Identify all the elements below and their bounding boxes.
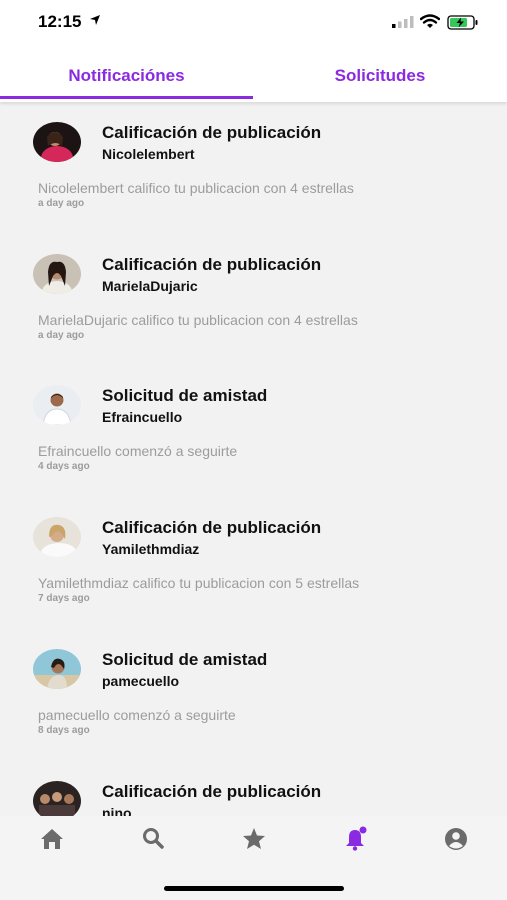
tab-solicitudes[interactable]: Solicitudes	[253, 46, 507, 100]
battery-icon	[447, 15, 478, 30]
avatar[interactable]	[33, 517, 81, 557]
cellular-signal-icon	[392, 16, 414, 28]
notification-list[interactable]: Calificación de publicación Nicolelember…	[0, 102, 507, 816]
notification-username: Yamilethmdiaz	[102, 541, 200, 557]
notification-item[interactable]: Calificación de publicación Yamilethmdia…	[0, 497, 507, 628]
notification-message: pamecuello comenzó a seguirte	[38, 707, 236, 723]
notification-username: Nicolelembert	[102, 146, 195, 162]
location-arrow-icon	[90, 15, 100, 25]
status-bar: 12:15	[0, 0, 507, 46]
wifi-icon	[420, 14, 440, 28]
notification-username: MarielaDujaric	[102, 278, 198, 294]
notification-item[interactable]: Solicitud de amistad Efraincuello Efrain…	[0, 365, 507, 496]
notification-title: Calificación de publicación	[102, 782, 322, 801]
notification-title: Solicitud de amistad	[102, 650, 268, 669]
notification-time: a day ago	[38, 330, 85, 341]
notification-message: Nicolelembert califico tu publicacion co…	[38, 180, 354, 196]
notification-message: MarielaDujaric califico tu publicacion c…	[38, 312, 358, 328]
notification-item[interactable]: Solicitud de amistad pamecuello pamecuel…	[0, 629, 507, 760]
profile-icon[interactable]	[441, 824, 471, 854]
notification-username: nino	[102, 805, 132, 816]
avatar[interactable]	[33, 781, 81, 816]
avatar[interactable]	[33, 122, 81, 162]
notification-message: Yamilethmdiaz califico tu publicacion co…	[38, 575, 360, 591]
active-tab-indicator	[0, 96, 253, 99]
notification-item[interactable]: Calificación de publicación MarielaDujar…	[0, 234, 507, 365]
avatar[interactable]	[33, 385, 81, 425]
star-icon[interactable]	[239, 824, 269, 854]
notification-item[interactable]: Calificación de publicación Nicolelember…	[0, 102, 507, 233]
notification-time: a day ago	[38, 198, 85, 209]
notification-title: Calificación de publicación	[102, 123, 322, 142]
notification-time: 8 days ago	[38, 725, 90, 736]
tab-bar: Notificaciónes Solicitudes	[0, 46, 507, 102]
avatar[interactable]	[33, 254, 81, 294]
home-indicator	[164, 886, 344, 891]
tab-notificaciones[interactable]: Notificaciónes	[0, 46, 253, 100]
notification-time: 4 days ago	[38, 461, 90, 472]
search-icon[interactable]	[138, 824, 168, 854]
notification-time: 7 days ago	[38, 593, 90, 604]
home-icon[interactable]	[37, 824, 67, 854]
avatar[interactable]	[33, 649, 81, 689]
notification-username: Efraincuello	[102, 409, 183, 425]
notification-title: Solicitud de amistad	[102, 386, 268, 405]
notification-message: Efraincuello comenzó a seguirte	[38, 443, 238, 459]
status-time: 12:15	[38, 12, 82, 31]
notification-title: Calificación de publicación	[102, 518, 322, 537]
bell-icon[interactable]	[340, 824, 370, 854]
notification-title: Calificación de publicación	[102, 255, 322, 274]
notification-item[interactable]: Calificación de publicación nino	[0, 761, 507, 816]
notification-username: pamecuello	[102, 673, 180, 689]
